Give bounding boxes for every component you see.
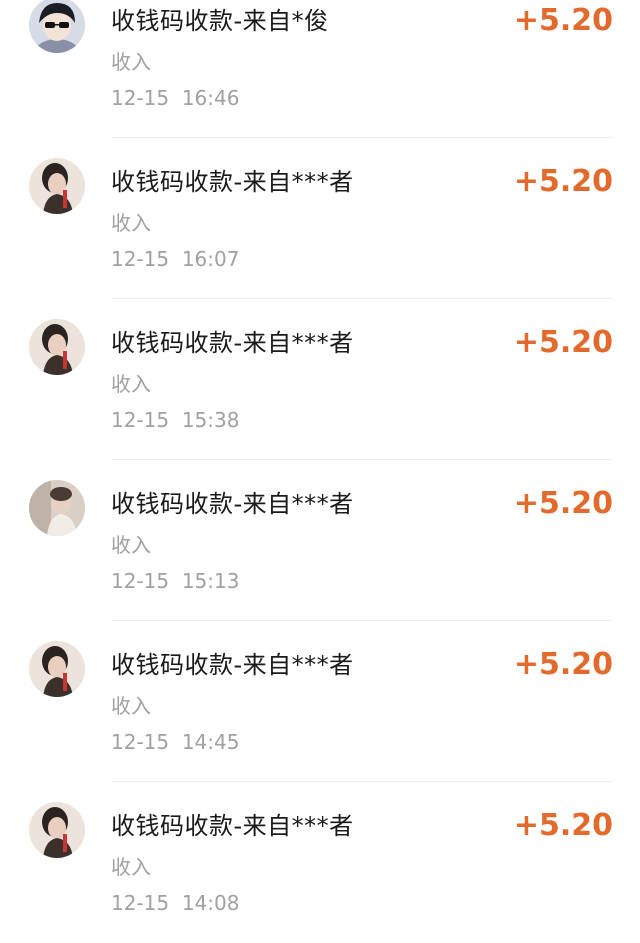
- transaction-amount: +5.20: [513, 647, 613, 682]
- transaction-row[interactable]: 收钱码收款-来自***者 收入 12-15 16:07 +5.20: [0, 138, 640, 299]
- transaction-time: 12-15 14:45: [111, 730, 240, 754]
- transaction-type: 收入: [111, 694, 151, 718]
- transaction-row[interactable]: 收钱码收款-来自***者 收入 12-15 15:13 +5.20: [0, 460, 640, 621]
- girl-photo-avatar: [29, 158, 85, 214]
- transaction-title: 收钱码收款-来自***者: [111, 651, 354, 679]
- transaction-time: 12-15 15:13: [111, 569, 240, 593]
- transaction-time: 12-15 14:08: [111, 891, 240, 915]
- transaction-row[interactable]: 收钱码收款-来自***者 收入 12-15 14:45 +5.20: [0, 621, 640, 782]
- transaction-type: 收入: [111, 855, 151, 879]
- transaction-row[interactable]: 收钱码收款-来自***者 收入 12-15 14:08 +5.20: [0, 782, 640, 943]
- photo-avatar: [29, 480, 85, 536]
- transaction-type: 收入: [111, 533, 151, 557]
- transaction-type: 收入: [111, 50, 151, 74]
- girl-photo-avatar: [29, 802, 85, 858]
- transaction-type: 收入: [111, 372, 151, 396]
- transaction-title: 收钱码收款-来自*俊: [111, 7, 329, 35]
- transaction-title: 收钱码收款-来自***者: [111, 168, 354, 196]
- transaction-title: 收钱码收款-来自***者: [111, 812, 354, 840]
- transaction-list: 收钱码收款-来自*俊 收入 12-15 16:46 +5.20 收钱码收款-来自…: [0, 0, 640, 927]
- girl-photo-avatar: [29, 641, 85, 697]
- transaction-time: 12-15 16:46: [111, 86, 240, 110]
- transaction-amount: +5.20: [513, 486, 613, 521]
- anime-boy-avatar: [29, 0, 85, 53]
- transaction-amount: +5.20: [513, 3, 613, 38]
- girl-photo-avatar: [29, 319, 85, 375]
- transaction-type: 收入: [111, 211, 151, 235]
- transaction-title: 收钱码收款-来自***者: [111, 329, 354, 357]
- transaction-amount: +5.20: [513, 164, 613, 199]
- transaction-title: 收钱码收款-来自***者: [111, 490, 354, 518]
- transaction-row[interactable]: 收钱码收款-来自***者 收入 12-15 15:38 +5.20: [0, 299, 640, 460]
- transaction-amount: +5.20: [513, 325, 613, 360]
- transaction-row[interactable]: 收钱码收款-来自*俊 收入 12-15 16:46 +5.20: [0, 0, 640, 138]
- transaction-time: 12-15 16:07: [111, 247, 240, 271]
- transaction-amount: +5.20: [513, 808, 613, 843]
- transaction-time: 12-15 15:38: [111, 408, 240, 432]
